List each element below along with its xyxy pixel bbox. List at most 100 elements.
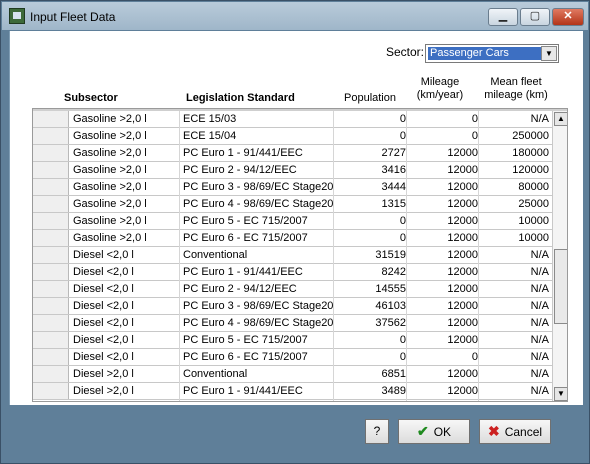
cell-subsector[interactable]: Gasoline >2,0 l <box>73 181 147 193</box>
row-selector[interactable] <box>33 315 69 331</box>
cell-mileage[interactable]: 12000 <box>447 283 478 295</box>
cell-population[interactable]: 31519 <box>375 249 406 261</box>
table-row[interactable]: Diesel <2,0 l Conventional 31519 12000 N/A <box>33 247 552 264</box>
cell-mileage[interactable]: 12000 <box>447 164 478 176</box>
cell-mileage[interactable]: 12000 <box>447 215 478 227</box>
row-selector[interactable] <box>33 179 69 195</box>
cell-population[interactable]: 1315 <box>382 198 406 210</box>
cell-subsector[interactable]: Diesel <2,0 l <box>73 283 134 295</box>
cell-population[interactable]: 3416 <box>382 164 406 176</box>
cancel-button[interactable]: ✖ Cancel <box>479 419 551 444</box>
cell-legislation[interactable]: ECE 15/03 <box>183 113 236 125</box>
cell-mean-mileage[interactable]: 120000 <box>512 164 549 176</box>
table-row[interactable]: Gasoline >2,0 l PC Euro 1 - 91/441/EEC 272… <box>33 145 552 162</box>
cell-mileage[interactable]: 12000 <box>447 300 478 312</box>
cell-legislation[interactable]: PC Euro 3 - 98/69/EC Stage20 <box>183 181 333 193</box>
cell-mileage[interactable]: 12000 <box>447 249 478 261</box>
vertical-scrollbar[interactable]: ▲ ▼ <box>552 111 567 401</box>
row-selector[interactable] <box>33 332 69 348</box>
cell-population[interactable]: 46103 <box>375 300 406 312</box>
scroll-down-icon[interactable]: ▼ <box>554 387 567 401</box>
row-selector[interactable] <box>33 128 69 144</box>
cell-subsector[interactable]: Diesel <2,0 l <box>73 317 134 329</box>
cell-mean-mileage[interactable]: 10000 <box>518 232 549 244</box>
cell-population[interactable]: 8242 <box>382 266 406 278</box>
table-row[interactable]: Diesel >2,0 l Conventional 6851 12000 N/A <box>33 366 552 383</box>
table-row[interactable]: Gasoline >2,0 l ECE 15/04 0 0 250000 <box>33 128 552 145</box>
cell-mean-mileage[interactable]: 10000 <box>518 215 549 227</box>
maximize-button[interactable]: ▢ <box>520 8 550 26</box>
row-selector[interactable] <box>33 298 69 314</box>
cell-mileage[interactable]: 12000 <box>447 385 478 397</box>
cell-mean-mileage[interactable]: 25000 <box>518 198 549 210</box>
cell-legislation[interactable]: Conventional <box>183 249 247 261</box>
row-selector[interactable] <box>33 349 69 365</box>
table-row[interactable]: Gasoline >2,0 l PC Euro 6 - EC 715/2007 0 1… <box>33 230 552 247</box>
cell-mileage[interactable]: 12000 <box>447 317 478 329</box>
minimize-button[interactable]: ▁ <box>488 8 518 26</box>
cell-mean-mileage[interactable]: 250000 <box>512 130 549 142</box>
cell-mean-mileage[interactable]: N/A <box>531 249 549 261</box>
cell-legislation[interactable]: PC Euro 6 - EC 715/2007 <box>183 232 308 244</box>
help-button[interactable]: ? <box>365 419 389 444</box>
cell-subsector[interactable]: Diesel >2,0 l <box>73 368 134 380</box>
scroll-thumb[interactable] <box>554 249 567 324</box>
cell-subsector[interactable]: Diesel <2,0 l <box>73 334 134 346</box>
row-selector[interactable] <box>33 196 69 212</box>
table-row[interactable]: Gasoline >2,0 l PC Euro 5 - EC 715/2007 0 1… <box>33 213 552 230</box>
cell-mean-mileage[interactable]: 80000 <box>518 181 549 193</box>
cell-mileage[interactable]: 12000 <box>447 198 478 210</box>
cell-population[interactable]: 3489 <box>382 385 406 397</box>
cell-mileage[interactable]: 12000 <box>447 147 478 159</box>
cell-mean-mileage[interactable]: 180000 <box>512 147 549 159</box>
cell-mileage[interactable]: 12000 <box>447 181 478 193</box>
row-selector[interactable] <box>33 230 69 246</box>
cell-legislation[interactable]: PC Euro 4 - 98/69/EC Stage20 <box>183 198 333 210</box>
row-selector[interactable] <box>33 281 69 297</box>
cell-mileage[interactable]: 12000 <box>447 266 478 278</box>
cell-subsector[interactable]: Diesel >2,0 l <box>73 385 134 397</box>
cell-legislation[interactable]: ECE 15/04 <box>183 130 236 142</box>
cell-mean-mileage[interactable]: N/A <box>531 351 549 363</box>
cell-subsector[interactable]: Gasoline >2,0 l <box>73 113 147 125</box>
row-selector[interactable] <box>33 145 69 161</box>
cell-population[interactable]: 14555 <box>375 283 406 295</box>
table-row[interactable]: Gasoline >2,0 l PC Euro 2 - 94/12/EEC 3416… <box>33 162 552 179</box>
row-selector[interactable] <box>33 383 69 399</box>
cell-mean-mileage[interactable]: N/A <box>531 113 549 125</box>
row-selector[interactable] <box>33 264 69 280</box>
ok-button[interactable]: ✔ OK <box>398 419 470 444</box>
cell-legislation[interactable]: PC Euro 1 - 91/441/EEC <box>183 266 303 278</box>
sector-selected-value[interactable]: Passenger Cars <box>428 47 541 60</box>
scroll-up-icon[interactable]: ▲ <box>554 112 567 126</box>
cell-subsector[interactable]: Diesel <2,0 l <box>73 249 134 261</box>
cell-subsector[interactable]: Diesel <2,0 l <box>73 351 134 363</box>
table-row[interactable]: Diesel <2,0 l PC Euro 1 - 91/441/EEC 8242 1… <box>33 264 552 281</box>
cell-legislation[interactable]: PC Euro 2 - 94/12/EEC <box>183 164 297 176</box>
cell-mean-mileage[interactable]: N/A <box>531 334 549 346</box>
cell-subsector[interactable]: Gasoline >2,0 l <box>73 130 147 142</box>
cell-population[interactable]: 6851 <box>382 368 406 380</box>
cell-mean-mileage[interactable]: N/A <box>531 368 549 380</box>
cell-subsector[interactable]: Diesel <2,0 l <box>73 300 134 312</box>
cell-legislation[interactable]: PC Euro 2 - 94/12/EEC <box>183 283 297 295</box>
cell-subsector[interactable]: Gasoline >2,0 l <box>73 198 147 210</box>
table-row[interactable]: Gasoline >2,0 l PC Euro 3 - 98/69/EC Stag… <box>33 179 552 196</box>
table-row[interactable]: Gasoline >2,0 l ECE 15/03 0 0 N/A <box>33 111 552 128</box>
cell-legislation[interactable]: Conventional <box>183 368 247 380</box>
table-row[interactable]: Diesel >2,0 l PC Euro 1 - 91/441/EEC 3489 1… <box>33 383 552 400</box>
table-row[interactable]: Gasoline >2,0 l PC Euro 4 - 98/69/EC Stag… <box>33 196 552 213</box>
cell-legislation[interactable]: PC Euro 5 - EC 715/2007 <box>183 334 308 346</box>
cell-subsector[interactable]: Gasoline >2,0 l <box>73 147 147 159</box>
row-selector[interactable] <box>33 247 69 263</box>
table-row[interactable]: Diesel <2,0 l PC Euro 3 - 98/69/EC Stage2… <box>33 298 552 315</box>
sector-dropdown[interactable]: Passenger Cars ▼ <box>425 44 559 63</box>
cell-mean-mileage[interactable]: N/A <box>531 317 549 329</box>
table-row[interactable]: Diesel <2,0 l PC Euro 6 - EC 715/2007 0 0 N/… <box>33 349 552 366</box>
cell-subsector[interactable]: Gasoline >2,0 l <box>73 215 147 227</box>
cell-legislation[interactable]: PC Euro 1 - 91/441/EEC <box>183 385 303 397</box>
cell-subsector[interactable]: Diesel <2,0 l <box>73 266 134 278</box>
cell-population[interactable]: 37562 <box>375 317 406 329</box>
cell-mean-mileage[interactable]: N/A <box>531 283 549 295</box>
chevron-down-icon[interactable]: ▼ <box>541 46 557 61</box>
